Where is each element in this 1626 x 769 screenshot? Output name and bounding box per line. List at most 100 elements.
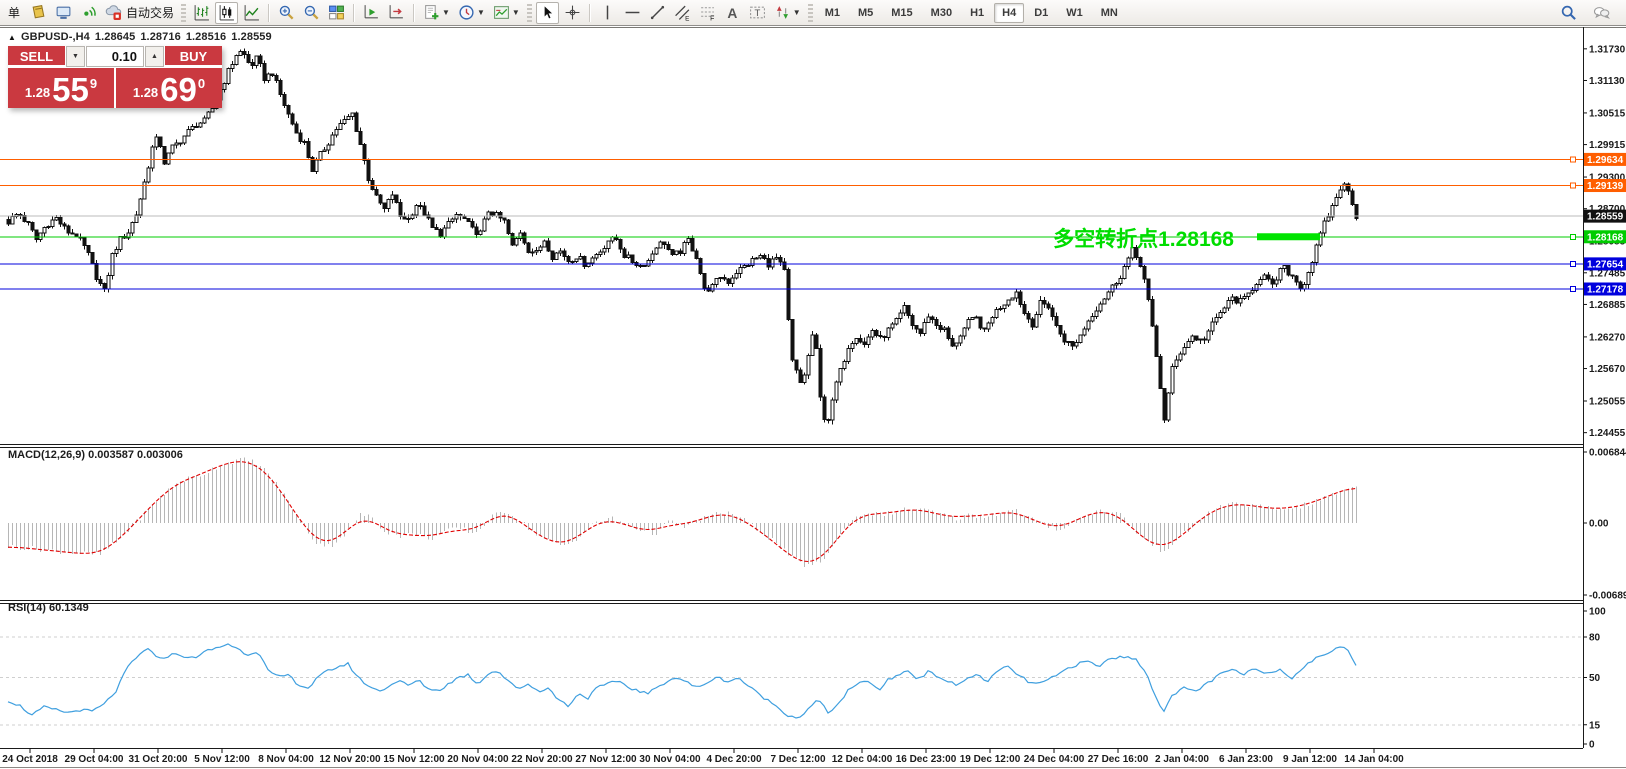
sell-price-button[interactable]: 1.28 55 9 [8, 68, 114, 108]
text-button[interactable] [721, 2, 744, 24]
svg-text:100: 100 [1589, 607, 1606, 618]
buy-price-button[interactable]: 1.28 69 0 [116, 68, 222, 108]
svg-text:22 Nov 20:00: 22 Nov 20:00 [511, 754, 573, 765]
timeframe-button-W1[interactable]: W1 [1058, 3, 1091, 23]
equidistant-channel-button[interactable] [671, 2, 694, 24]
timeframe-button-MN[interactable]: MN [1093, 3, 1126, 23]
svg-text:1.25055: 1.25055 [1589, 397, 1626, 408]
auto-scroll-button[interactable] [360, 2, 383, 24]
toolbar-grip [527, 4, 532, 22]
crosshair-button[interactable] [561, 2, 584, 24]
toolbar-separator [268, 4, 270, 22]
svg-text:1.26885: 1.26885 [1589, 300, 1626, 311]
svg-text:0.00: 0.00 [1589, 519, 1609, 530]
sell-button[interactable]: SELL [8, 46, 65, 67]
bar-chart-button[interactable] [190, 2, 213, 24]
svg-text:1.29634: 1.29634 [1587, 155, 1624, 166]
svg-text:29 Oct 04:00: 29 Oct 04:00 [65, 754, 124, 765]
sell-price-big: 55 [52, 76, 89, 104]
vertical-line-button[interactable] [596, 2, 619, 24]
timeframe-button-M5[interactable]: M5 [850, 3, 881, 23]
trendline-button[interactable] [646, 2, 669, 24]
svg-text:4 Dec 20:00: 4 Dec 20:00 [706, 754, 761, 765]
volume-decrease-button[interactable]: ▼ [66, 46, 85, 67]
svg-text:16 Dec 23:00: 16 Dec 23:00 [896, 754, 957, 765]
terminal-button[interactable] [52, 2, 75, 24]
terminal-icon [55, 4, 72, 21]
timeframe-button-M30[interactable]: M30 [923, 3, 960, 23]
svg-text:0: 0 [1589, 740, 1595, 751]
new-order-button[interactable]: 单 [3, 2, 25, 24]
svg-text:1.28559: 1.28559 [1587, 212, 1624, 223]
svg-text:14 Jan 04:00: 14 Jan 04:00 [1344, 754, 1404, 765]
timeframe-button-H1[interactable]: H1 [962, 3, 992, 23]
buy-price-prefix: 1.28 [133, 85, 158, 100]
periods-button[interactable]: ▼ [455, 2, 488, 24]
svg-text:5 Nov 12:00: 5 Nov 12:00 [194, 754, 250, 765]
svg-text:7 Dec 12:00: 7 Dec 12:00 [770, 754, 825, 765]
search-button[interactable] [1557, 2, 1580, 24]
templates-button[interactable]: ▼ [490, 2, 523, 24]
rsi-indicator-label: RSI(14) 60.1349 [8, 602, 89, 614]
svg-text:0.006844: 0.006844 [1589, 448, 1626, 459]
chat-button[interactable] [1590, 2, 1613, 24]
one-click-panel-toggle-icon[interactable]: ▲ [8, 33, 16, 42]
buy-button[interactable]: BUY [165, 46, 222, 67]
chart-shift-icon [388, 4, 405, 21]
tile-windows-icon [328, 4, 345, 21]
toolbar-grip [181, 4, 186, 22]
svg-text:-0.006894: -0.006894 [1589, 591, 1626, 602]
svg-text:15 Nov 12:00: 15 Nov 12:00 [383, 754, 445, 765]
svg-text:27 Nov 12:00: 27 Nov 12:00 [575, 754, 637, 765]
auto-scroll-icon [363, 4, 380, 21]
svg-text:24 Oct 2018: 24 Oct 2018 [2, 754, 58, 765]
candlestick-icon [218, 4, 235, 21]
volume-input[interactable] [86, 46, 144, 67]
search-icon [1560, 4, 1577, 21]
crosshair-icon [564, 4, 581, 21]
chart-shift-button[interactable] [385, 2, 408, 24]
svg-text:1.29139: 1.29139 [1587, 181, 1624, 192]
sell-price-prefix: 1.28 [25, 85, 50, 100]
tile-windows-button[interactable] [325, 2, 348, 24]
svg-text:1.30515: 1.30515 [1589, 108, 1626, 119]
signals-button[interactable] [77, 2, 100, 24]
arrows-icon [774, 4, 791, 21]
svg-text:27 Dec 16:00: 27 Dec 16:00 [1088, 754, 1149, 765]
text-label-button[interactable] [746, 2, 769, 24]
candlestick-button[interactable] [215, 2, 238, 24]
new-order-glyph: 单 [8, 4, 20, 21]
zoom-in-icon [278, 4, 295, 21]
line-chart-button[interactable] [240, 2, 263, 24]
sell-price-pip: 9 [90, 70, 97, 91]
cursor-button[interactable] [536, 2, 559, 24]
chat-icon [1593, 4, 1610, 21]
chart-canvas[interactable]: 1.317301.311301.305151.299151.293001.287… [0, 0, 1626, 769]
volume-increase-button[interactable]: ▲ [145, 46, 164, 67]
svg-text:30 Nov 04:00: 30 Nov 04:00 [639, 754, 701, 765]
arrows-button[interactable]: ▼ [771, 2, 804, 24]
indicators-button[interactable]: ▼ [420, 2, 453, 24]
timeframe-button-M1[interactable]: M1 [817, 3, 848, 23]
symbol-period-label: GBPUSD-,H4 [21, 31, 90, 43]
chart-background [0, 27, 1626, 769]
fibonacci-button[interactable] [696, 2, 719, 24]
timeframe-button-H4[interactable]: H4 [994, 3, 1024, 23]
svg-text:1.31130: 1.31130 [1589, 76, 1625, 87]
indicators-icon [423, 4, 440, 21]
journal-button[interactable] [27, 2, 50, 24]
timeframe-button-M15[interactable]: M15 [883, 3, 920, 23]
chart-title: ▲ GBPUSD-,H4 1.28645 1.28716 1.28516 1.2… [8, 31, 272, 43]
autotrading-button[interactable]: 自动交易 [102, 2, 177, 24]
journal-icon [30, 4, 47, 21]
zoom-out-icon [303, 4, 320, 21]
chevron-down-icon: ▼ [512, 9, 520, 17]
zoom-in-button[interactable] [275, 2, 298, 24]
trendline-icon [649, 4, 666, 21]
horizontal-line-button[interactable] [621, 2, 644, 24]
zoom-out-button[interactable] [300, 2, 323, 24]
svg-text:15: 15 [1589, 720, 1601, 731]
timeframe-button-D1[interactable]: D1 [1026, 3, 1056, 23]
svg-text:1.27654: 1.27654 [1587, 259, 1624, 270]
macd-indicator-label: MACD(12,26,9) 0.003587 0.003006 [8, 449, 183, 461]
